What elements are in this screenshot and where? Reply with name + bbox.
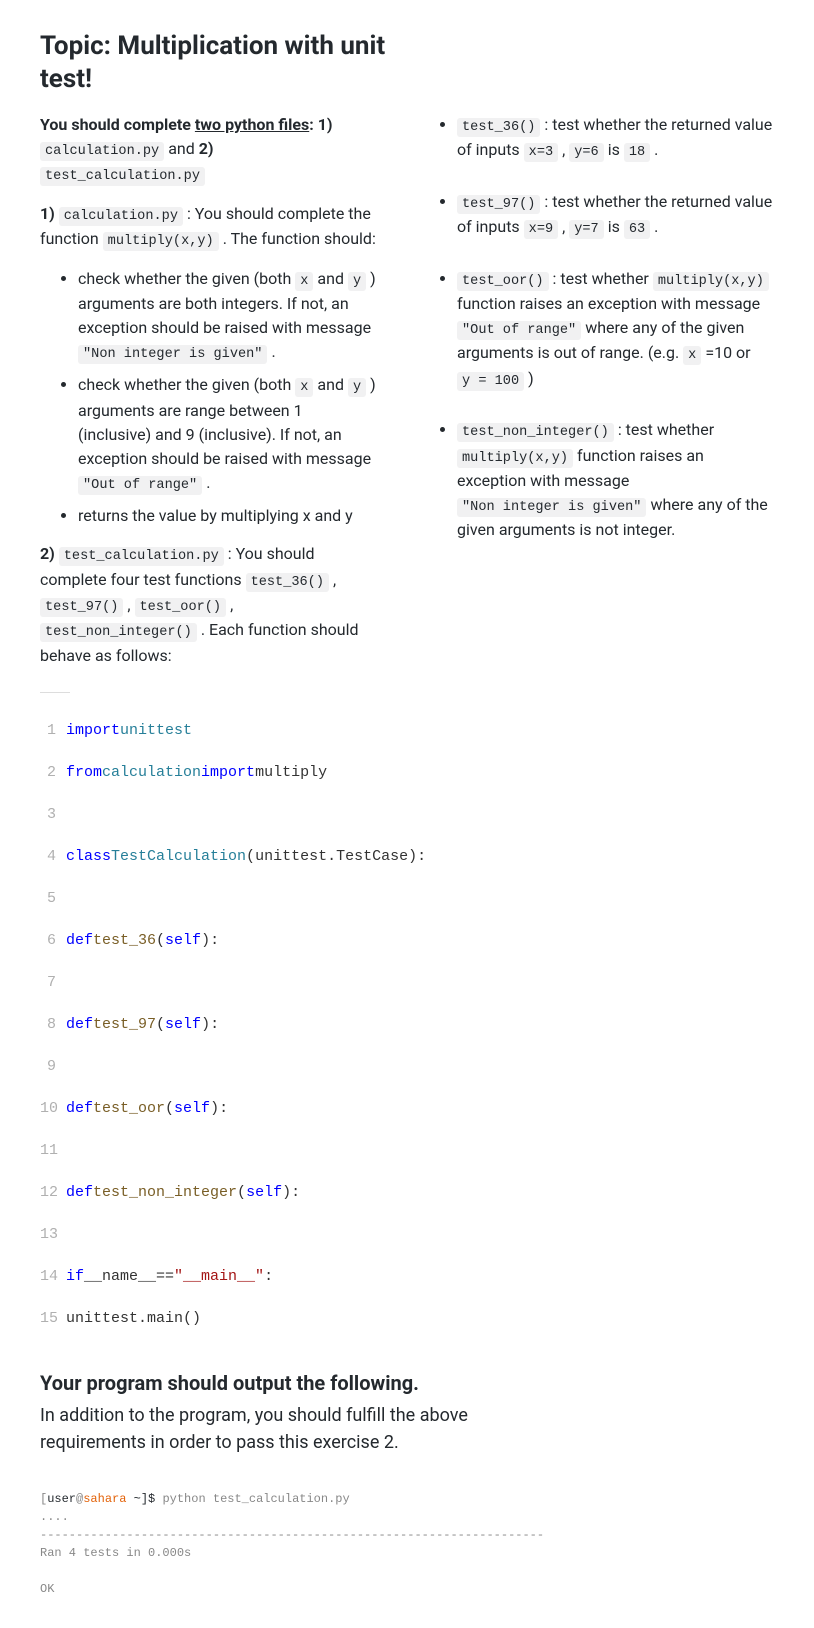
- inline-code: calculation.py: [40, 142, 164, 161]
- bullet: test_36() : test whether the returned va…: [457, 113, 774, 164]
- inline-code: multiply(x,y): [103, 232, 219, 251]
- inline-code: calculation.py: [59, 207, 183, 226]
- inline-code: test_calculation.py: [59, 547, 224, 566]
- bullet: test_non_integer() : test whether multip…: [457, 418, 774, 542]
- bullet: returns the value by multiplying x and y: [78, 504, 377, 528]
- output-heading: Your program should output the following…: [40, 1368, 774, 1398]
- intro-paragraph: You should complete two python files: 1)…: [40, 113, 377, 188]
- output-description: In addition to the program, you should f…: [40, 1402, 560, 1456]
- terminal-output: [user@sahara ~]$ python test_calculation…: [40, 1472, 774, 1598]
- bullet: test_oor() : test whether multiply(x,y) …: [457, 267, 774, 393]
- bullet: check whether the given (both x and y ) …: [78, 267, 377, 366]
- divider: [40, 692, 70, 693]
- page-title: Topic: Multiplication with unit test!: [40, 30, 400, 95]
- bullet: check whether the given (both x and y ) …: [78, 373, 377, 496]
- inline-code: test_calculation.py: [40, 167, 205, 186]
- code-block: 1import unittest 2from calculation impor…: [40, 699, 774, 1350]
- part1-lead: 1) calculation.py : You should complete …: [40, 202, 377, 253]
- part1-bullets: check whether the given (both x and y ) …: [40, 267, 377, 529]
- bullet: test_97() : test whether the returned va…: [457, 190, 774, 241]
- part2-lead: 2) test_calculation.py : You should comp…: [40, 542, 377, 668]
- tests-bullets: test_36() : test whether the returned va…: [437, 113, 774, 542]
